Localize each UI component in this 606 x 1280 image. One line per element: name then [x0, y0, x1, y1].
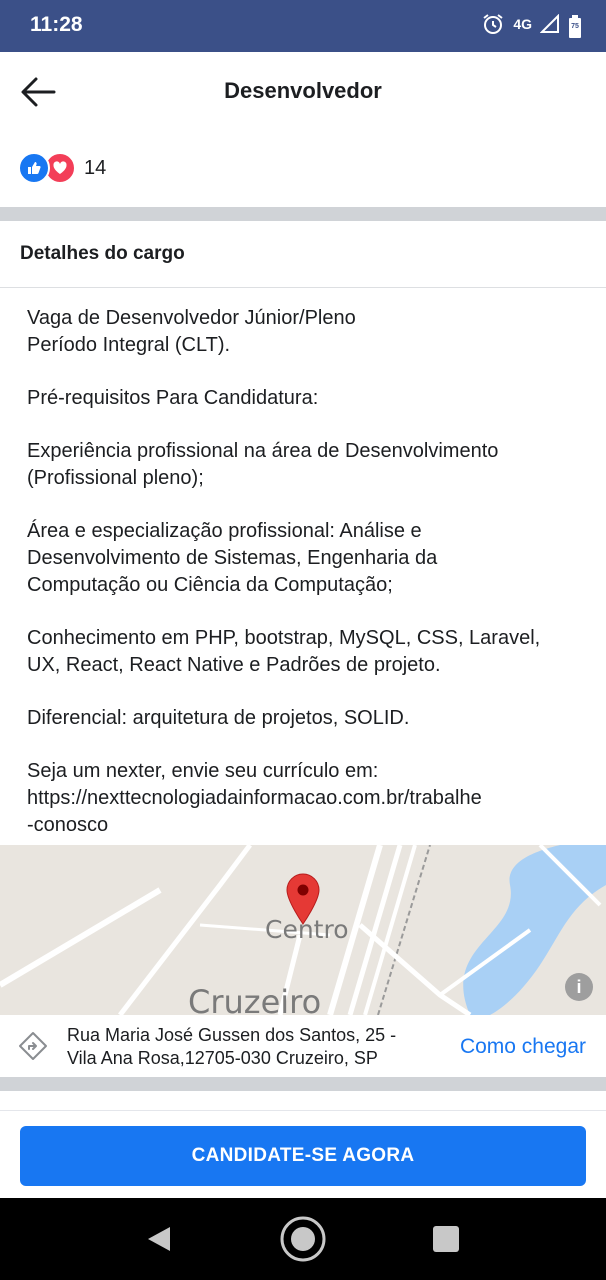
apply-bar: CANDIDATE-SE AGORA [0, 1110, 606, 1199]
description-paragraph: Seja um nexter, envie seu currículo em: … [27, 760, 482, 836]
address-text: Rua Maria José Gussen dos Santos, 25 - V… [67, 1025, 397, 1068]
nav-home-icon[interactable] [279, 1215, 327, 1268]
like-reaction-icon [18, 152, 50, 184]
system-nav-bar [0, 1198, 606, 1280]
section-title: Detalhes do cargo [20, 243, 185, 264]
directions-link[interactable]: Como chegar [460, 1035, 586, 1059]
nav-recents-icon[interactable] [433, 1226, 459, 1257]
description-paragraph: Pré-requisitos Para Candidatura: [27, 387, 319, 409]
section-separator [0, 207, 606, 221]
network-type: 4G [513, 15, 532, 32]
app-bar: Desenvolvedor [0, 52, 606, 132]
alarm-icon [481, 12, 505, 41]
info-icon[interactable]: i [565, 973, 593, 1001]
status-bar: 11:28 4G 75 [0, 0, 606, 52]
location-map[interactable]: Centro Cruzeiro i [0, 845, 606, 1015]
battery-icon: 75 [568, 14, 582, 39]
nav-back-icon[interactable] [144, 1224, 174, 1259]
description-paragraph: Área e especialização profissional: Anál… [27, 520, 438, 596]
map-label-cruzeiro: Cruzeiro [188, 983, 322, 1015]
description-paragraph: Vaga de Desenvolvedor Júnior/Pleno Perío… [27, 307, 356, 356]
signal-icon [539, 13, 560, 39]
job-description: Vaga de Desenvolvedor Júnior/Pleno Perío… [27, 305, 587, 865]
status-time: 11:28 [30, 13, 83, 36]
page-title: Desenvolvedor [224, 78, 382, 103]
description-paragraph: Experiência profissional na área de Dese… [27, 440, 499, 489]
description-paragraph: Conhecimento em PHP, bootstrap, MySQL, C… [27, 627, 541, 676]
description-paragraph: Diferencial: arquitetura de projetos, SO… [27, 707, 410, 729]
reaction-count: 14 [84, 156, 107, 179]
location-pin-icon [285, 873, 321, 930]
apply-button[interactable]: CANDIDATE-SE AGORA [20, 1126, 586, 1186]
battery-level: 75 [571, 22, 579, 30]
status-icons: 4G 75 [481, 12, 582, 41]
address-row: Rua Maria José Gussen dos Santos, 25 - V… [0, 1015, 606, 1077]
reactions-summary[interactable]: 14 [18, 152, 106, 184]
divider [0, 287, 606, 288]
directions-icon [18, 1031, 48, 1066]
section-separator [0, 1077, 606, 1091]
